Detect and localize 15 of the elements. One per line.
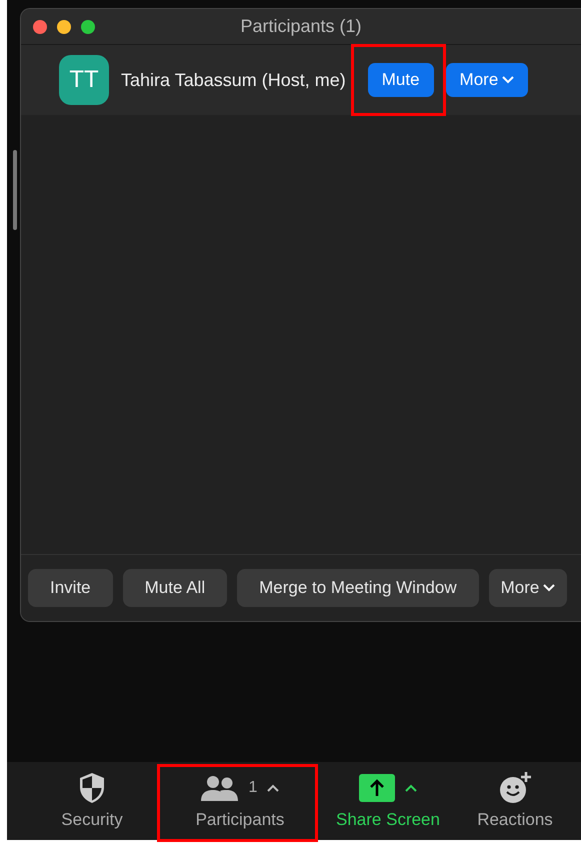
window-title: Participants (1) [240,16,362,37]
participant-row[interactable]: TT Tahira Tabassum (Host, me) Mute More [21,45,581,115]
mute-button[interactable]: Mute [368,63,434,97]
footer-button[interactable]: More [488,569,568,607]
more-button[interactable]: More [446,63,528,97]
participant-count: 1 [248,779,258,797]
toolbar-button[interactable]: Security [27,772,157,830]
toolbar-button[interactable]: Reactions [453,772,577,830]
toolbar-button[interactable]: 1 Participants [157,772,323,830]
footer-button[interactable]: Invite [28,569,113,607]
footer-button[interactable]: Merge to Meeting Window [237,569,479,607]
avatar: TT [59,55,109,105]
toolbar-button[interactable]: Share Screen [323,772,453,830]
participant-name: Tahira Tabassum (Host, me) [121,70,346,90]
footer-button[interactable]: Mute All [122,569,228,607]
